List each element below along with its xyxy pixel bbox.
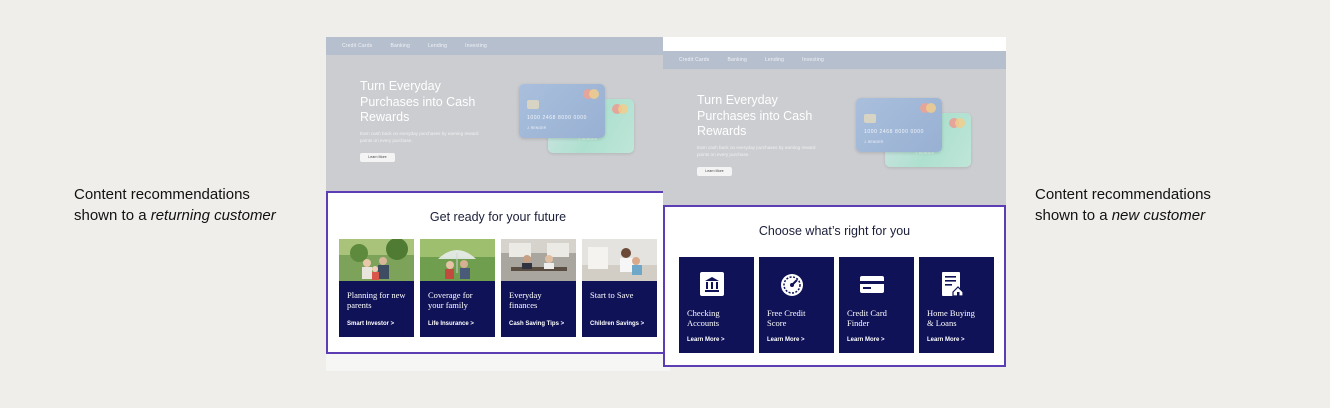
- tile-link[interactable]: Children Savings >: [590, 321, 644, 327]
- nav-item-banking[interactable]: Banking: [727, 57, 746, 63]
- tile-label: Start to Save: [590, 290, 634, 300]
- home-document-icon: [939, 271, 965, 297]
- recommendations-section-new: Choose what’s right for you Checking Acc…: [663, 205, 1006, 367]
- nav-item-credit-cards[interactable]: Credit Cards: [679, 57, 709, 63]
- tile-link[interactable]: Learn More >: [847, 337, 885, 343]
- hero-subtitle: Earn cash back on everyday purchases by …: [697, 145, 816, 157]
- tile-link[interactable]: Learn More >: [927, 337, 965, 343]
- hero-banner: Credit Cards Banking Lending Investing T…: [663, 51, 1006, 206]
- recommendation-tile-card-finder[interactable]: Credit Card Finder Learn More >: [839, 257, 914, 353]
- tile-link[interactable]: Life Insurance >: [428, 321, 474, 327]
- card-number: 1000 2468 8000 0000: [864, 129, 925, 135]
- caption-prefix: shown to a: [1035, 207, 1112, 224]
- section-title: Get ready for your future: [429, 210, 567, 224]
- gauge-icon: [779, 271, 805, 297]
- family-photo: [339, 239, 414, 281]
- recommendations-section-returning: Get ready for your future Planning for n…: [326, 191, 670, 354]
- hero-learn-more-button[interactable]: Learn More: [360, 153, 395, 162]
- bank-icon: [699, 271, 725, 297]
- recommendation-tile-credit-score[interactable]: Free Credit Score Learn More >: [759, 257, 834, 353]
- credit-card-icon: [859, 271, 885, 297]
- caption-prefix: shown to a: [74, 207, 151, 224]
- recommendation-tile-checking[interactable]: Checking Accounts Learn More >: [679, 257, 754, 353]
- tile-link[interactable]: Cash Saving Tips >: [509, 321, 564, 327]
- card-network-icon: [583, 89, 599, 99]
- caption-line1: Content recommendations: [74, 186, 250, 203]
- hero-banner: Credit Cards Banking Lending Investing T…: [326, 37, 670, 192]
- card-chip-icon: [864, 114, 876, 123]
- tile-link[interactable]: Smart Investor >: [347, 321, 394, 327]
- caption-line2: shown to a new customer: [1035, 205, 1211, 226]
- card-network-icon: [949, 118, 965, 128]
- recommendation-tile-planning[interactable]: Planning for new parents Smart Investor …: [339, 239, 414, 337]
- nav-item-investing[interactable]: Investing: [465, 43, 487, 49]
- recommendation-tile-finances[interactable]: Everyday finances Cash Saving Tips >: [501, 239, 576, 337]
- tile-link[interactable]: Learn More >: [767, 337, 805, 343]
- nav-item-credit-cards[interactable]: Credit Cards: [342, 43, 372, 49]
- recommendation-tile-save[interactable]: Start to Save Children Savings >: [582, 239, 657, 337]
- tile-label: Credit Card Finder: [847, 308, 887, 328]
- hero-title: Turn Everyday Purchases into Cash Reward…: [697, 93, 813, 138]
- caption-emphasis: returning customer: [150, 207, 276, 224]
- hero-subtitle: Earn cash back on everyday purchases by …: [360, 131, 479, 143]
- tile-link[interactable]: Learn More >: [687, 337, 725, 343]
- recommendation-tile-home-buying[interactable]: Home Buying & Loans Learn More >: [919, 257, 994, 353]
- card-network-icon: [920, 103, 936, 113]
- card-holder-name: J. RENGER: [527, 126, 547, 130]
- caption-line2: shown to a returning customer: [74, 205, 276, 226]
- nav-bar: Credit Cards Banking Lending Investing: [663, 51, 1006, 69]
- caption-emphasis: new customer: [1111, 207, 1206, 224]
- umbrella-photo: [420, 239, 495, 281]
- nav-item-investing[interactable]: Investing: [802, 57, 824, 63]
- caption-new-customer: Content recommendations shown to a new c…: [1035, 184, 1211, 226]
- tile-label: Home Buying & Loans: [927, 308, 975, 328]
- credit-card-front: 1000 2468 8000 0000 J. RENGER: [856, 98, 942, 152]
- parent-child-photo: [582, 239, 657, 281]
- card-holder-name: J. RENGER: [864, 140, 884, 144]
- kitchen-photo: [501, 239, 576, 281]
- section-title: Choose what’s right for you: [758, 224, 911, 238]
- card-chip-icon: [527, 100, 539, 109]
- returning-customer-page: Credit Cards Banking Lending Investing T…: [326, 37, 670, 371]
- hero-learn-more-button[interactable]: Learn More: [697, 167, 732, 176]
- recommendation-tile-coverage[interactable]: Coverage for your family Life Insurance …: [420, 239, 495, 337]
- nav-item-lending[interactable]: Lending: [428, 43, 447, 49]
- caption-returning-customer: Content recommendations shown to a retur…: [74, 184, 276, 226]
- credit-card-front: 1000 2468 8000 0000 J. RENGER: [519, 84, 605, 138]
- tile-label: Everyday finances: [509, 290, 542, 310]
- caption-line1: Content recommendations: [1035, 186, 1211, 203]
- tile-label: Planning for new parents: [347, 290, 406, 310]
- nav-bar: Credit Cards Banking Lending Investing: [326, 37, 670, 55]
- nav-item-lending[interactable]: Lending: [765, 57, 784, 63]
- tile-label: Checking Accounts: [687, 308, 720, 328]
- tile-label: Coverage for your family: [428, 290, 473, 310]
- card-network-icon: [612, 104, 628, 114]
- hero-title: Turn Everyday Purchases into Cash Reward…: [360, 79, 476, 124]
- new-customer-page: Credit Cards Banking Lending Investing T…: [663, 37, 1006, 367]
- tile-label: Free Credit Score: [767, 308, 806, 328]
- nav-item-banking[interactable]: Banking: [390, 43, 409, 49]
- card-number: 1000 2468 8000 0000: [527, 115, 588, 121]
